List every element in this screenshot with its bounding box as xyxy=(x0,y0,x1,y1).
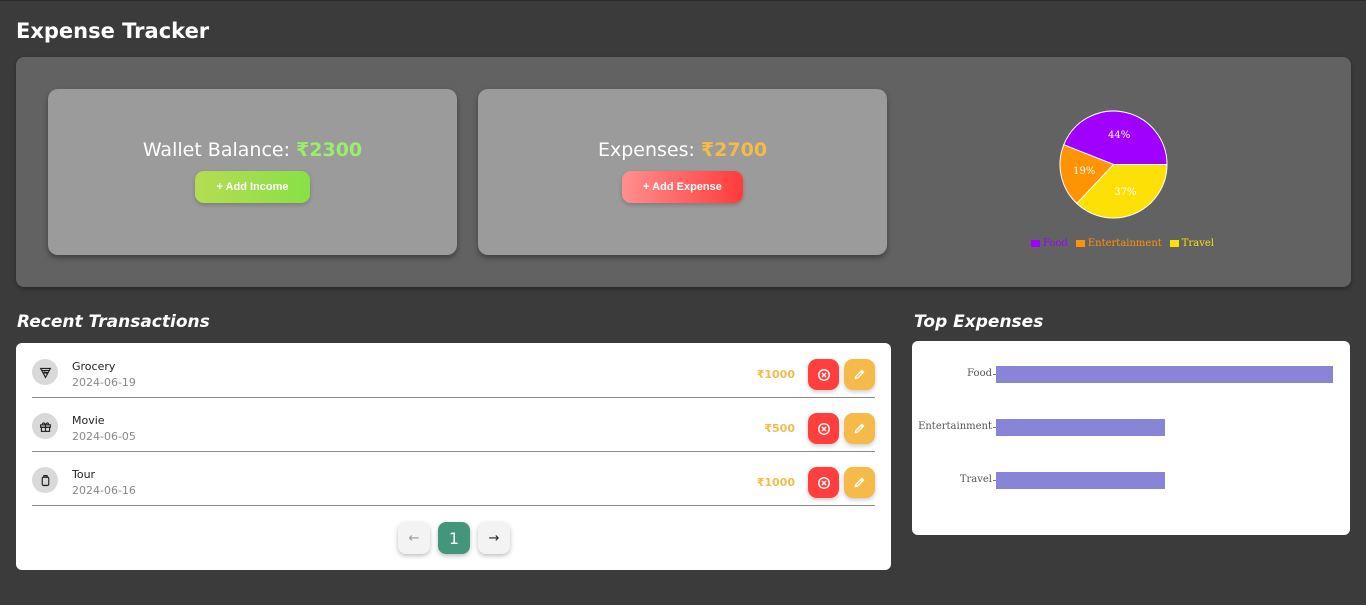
edit-transaction-button[interactable] xyxy=(844,467,875,498)
bar-label-food: Food xyxy=(967,368,992,379)
pencil-icon xyxy=(853,422,866,435)
pagination-prev-button[interactable]: ← xyxy=(398,522,430,554)
legend-swatch xyxy=(1031,240,1040,247)
bar-label-travel: Travel xyxy=(959,474,992,485)
expense-pie-chart: 44% 19% 37% xyxy=(1056,107,1171,226)
bar-entertainment xyxy=(996,419,1165,436)
top-expenses-panel: Food Entertainment Travel xyxy=(912,341,1350,535)
top-expenses-title: Top Expenses xyxy=(914,312,1044,332)
edit-transaction-button[interactable] xyxy=(844,413,875,444)
legend-label: Travel xyxy=(1181,238,1214,249)
delete-transaction-button[interactable] xyxy=(808,467,839,498)
bar-travel xyxy=(996,472,1165,489)
transactions-panel: Grocery 2024-06-19 ₹1000 Movie 2024-06-05 ₹50… xyxy=(16,343,891,570)
wallet-heading: Wallet Balance: ₹2300 xyxy=(48,139,457,161)
expenses-amount: ₹2700 xyxy=(700,139,768,161)
transaction-name: Tour xyxy=(72,468,96,481)
legend-item-entertainment: Entertainment xyxy=(1075,238,1162,249)
pizza-icon xyxy=(32,359,58,385)
delete-transaction-button[interactable] xyxy=(808,359,839,390)
transaction-row: Movie 2024-06-05 ₹500 xyxy=(32,397,875,452)
expenses-heading: Expenses: ₹2700 xyxy=(478,139,887,161)
legend-item-food: Food xyxy=(1031,238,1068,249)
transaction-amount: ₹500 xyxy=(764,422,795,435)
pie-svg: 44% 19% 37% xyxy=(1059,110,1168,219)
transaction-amount: ₹1000 xyxy=(756,476,795,489)
bar-food xyxy=(996,366,1333,383)
wallet-label: Wallet Balance: xyxy=(142,139,297,161)
recent-transactions-title: Recent Transactions xyxy=(17,312,210,332)
gift-icon xyxy=(32,413,58,439)
pagination-current-page[interactable]: 1 xyxy=(438,522,470,554)
luggage-icon xyxy=(32,467,58,493)
transaction-name: Grocery xyxy=(72,360,116,373)
pie-legend: Food Entertainment Travel xyxy=(1031,238,1214,249)
pagination-next-button[interactable]: → xyxy=(478,522,510,554)
transaction-date: 2024-06-16 xyxy=(72,484,136,497)
legend-label: Entertainment xyxy=(1087,238,1162,249)
wallet-amount: ₹2300 xyxy=(296,139,363,161)
bar-label-entertainment: Entertainment xyxy=(918,421,992,432)
add-income-button[interactable]: + Add Income xyxy=(195,171,310,203)
add-expense-button[interactable]: + Add Expense xyxy=(622,171,743,203)
transaction-row: Tour 2024-06-16 ₹1000 xyxy=(32,451,875,506)
transaction-date: 2024-06-19 xyxy=(72,376,136,389)
close-circle-icon xyxy=(817,476,831,490)
wallet-card: Wallet Balance: ₹2300 + Add Income xyxy=(48,89,457,255)
summary-panel: Wallet Balance: ₹2300 + Add Income Expen… xyxy=(16,57,1351,287)
expenses-card: Expenses: ₹2700 + Add Expense xyxy=(478,89,887,255)
legend-swatch xyxy=(1075,240,1085,247)
close-circle-icon xyxy=(817,422,831,436)
app-title: Expense Tracker xyxy=(16,19,210,43)
delete-transaction-button[interactable] xyxy=(808,413,839,444)
transaction-date: 2024-06-05 xyxy=(72,430,136,443)
pie-label-entertainment: 19% xyxy=(1073,166,1095,177)
pie-label-travel: 37% xyxy=(1114,187,1136,198)
edit-transaction-button[interactable] xyxy=(844,359,875,390)
legend-label: Food xyxy=(1043,238,1068,249)
pencil-icon xyxy=(853,476,866,489)
transaction-row: Grocery 2024-06-19 ₹1000 xyxy=(32,343,875,398)
expenses-label: Expenses: xyxy=(597,139,701,161)
pie-label-food: 44% xyxy=(1108,130,1130,141)
legend-swatch xyxy=(1169,240,1179,247)
transaction-name: Movie xyxy=(72,414,105,427)
transaction-amount: ₹1000 xyxy=(756,368,795,381)
close-circle-icon xyxy=(817,368,831,382)
pencil-icon xyxy=(853,368,866,381)
legend-item-travel: Travel xyxy=(1169,238,1214,249)
